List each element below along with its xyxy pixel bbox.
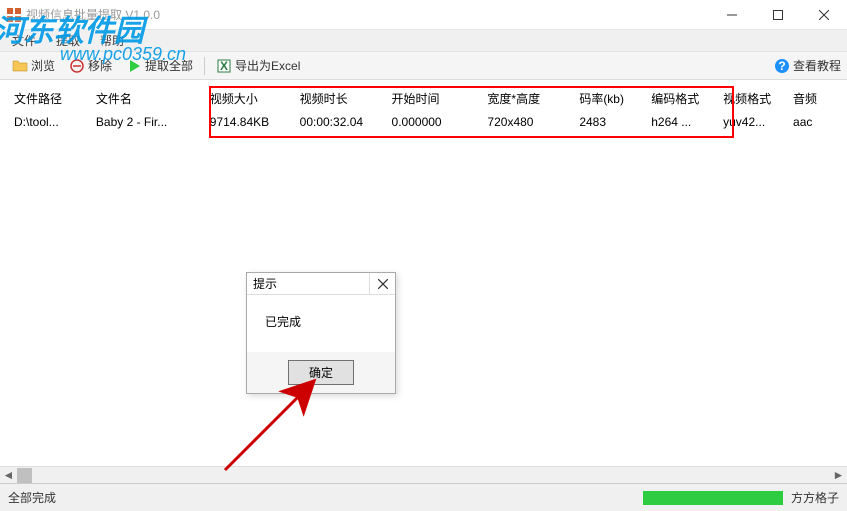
view-tutorial-label: 查看教程 — [793, 57, 841, 74]
menu-file[interactable]: 文件 — [6, 30, 42, 51]
grid-header-row: 文件路径 文件名 视频大小 视频时长 开始时间 宽度*高度 码率(kb) 编码格… — [14, 90, 833, 107]
header-dimensions[interactable]: 宽度*高度 — [487, 90, 579, 107]
header-path[interactable]: 文件路径 — [14, 90, 96, 107]
progress-fill — [643, 491, 783, 505]
header-duration[interactable]: 视频时长 — [300, 90, 392, 107]
svg-text:?: ? — [778, 59, 785, 73]
remove-icon — [69, 58, 85, 74]
toolbar-separator — [204, 57, 205, 75]
titlebar: 视频信息批量提取 V1.0.0 — [0, 0, 847, 30]
cell-vformat: yuv42... — [723, 115, 793, 129]
progress-bar — [643, 491, 783, 505]
message-dialog: 提示 已完成 确定 — [246, 272, 396, 394]
help-icon: ? — [774, 58, 790, 74]
svg-text:X: X — [220, 59, 228, 73]
cell-duration: 00:00:32.04 — [300, 115, 392, 129]
extract-all-label: 提取全部 — [145, 57, 193, 74]
folder-open-icon — [12, 58, 28, 74]
header-aformat[interactable]: 音频 — [793, 90, 833, 107]
status-text: 全部完成 — [8, 489, 56, 506]
view-tutorial-button[interactable]: ? 查看教程 — [768, 55, 847, 76]
dialog-titlebar: 提示 — [247, 273, 395, 295]
browse-button[interactable]: 浏览 — [6, 55, 61, 76]
dialog-buttons: 确定 — [247, 352, 395, 393]
scroll-thumb[interactable] — [17, 468, 32, 483]
toolbar: 浏览 移除 提取全部 X 导出为Excel ? 查看教程 — [0, 52, 847, 80]
dialog-body: 已完成 — [247, 295, 395, 352]
app-icon — [6, 7, 22, 23]
content-area: 文件路径 文件名 视频大小 视频时长 开始时间 宽度*高度 码率(kb) 编码格… — [0, 80, 847, 483]
cell-bitrate: 2483 — [579, 115, 651, 129]
dialog-title: 提示 — [253, 275, 277, 292]
table-row[interactable]: D:\tool... Baby 2 - Fir... 9714.84KB 00:… — [14, 115, 833, 129]
cell-dimensions: 720x480 — [487, 115, 579, 129]
menu-extract[interactable]: 提取 — [50, 30, 86, 51]
cell-encoding: h264 ... — [651, 115, 723, 129]
maximize-button[interactable] — [755, 0, 801, 30]
header-encoding[interactable]: 编码格式 — [651, 90, 723, 107]
excel-icon: X — [216, 58, 232, 74]
remove-label: 移除 — [88, 57, 112, 74]
cell-name: Baby 2 - Fir... — [96, 115, 210, 129]
close-icon — [378, 279, 388, 289]
scroll-right-button[interactable]: ► — [830, 467, 847, 484]
dialog-close-button[interactable] — [369, 273, 395, 295]
ok-button[interactable]: 确定 — [288, 360, 354, 385]
extract-all-button[interactable]: 提取全部 — [120, 55, 199, 76]
window-title: 视频信息批量提取 V1.0.0 — [26, 6, 709, 23]
window-controls — [709, 0, 847, 30]
export-excel-button[interactable]: X 导出为Excel — [210, 55, 306, 76]
dialog-message: 已完成 — [265, 315, 301, 329]
menubar: 文件 提取 帮助 — [0, 30, 847, 52]
play-icon — [126, 58, 142, 74]
export-excel-label: 导出为Excel — [235, 57, 300, 74]
header-size[interactable]: 视频大小 — [210, 90, 300, 107]
scroll-left-button[interactable]: ◄ — [0, 467, 17, 484]
minimize-button[interactable] — [709, 0, 755, 30]
remove-button[interactable]: 移除 — [63, 55, 118, 76]
statusbar: 全部完成 方方格子 — [0, 483, 847, 511]
horizontal-scrollbar[interactable]: ◄ ► — [0, 466, 847, 483]
data-grid[interactable]: 文件路径 文件名 视频大小 视频时长 开始时间 宽度*高度 码率(kb) 编码格… — [0, 80, 847, 129]
cell-aformat: aac — [793, 115, 833, 129]
browse-label: 浏览 — [31, 57, 55, 74]
brand-label: 方方格子 — [791, 489, 839, 506]
header-vformat[interactable]: 视频格式 — [723, 90, 793, 107]
cell-start: 0.000000 — [392, 115, 488, 129]
close-button[interactable] — [801, 0, 847, 30]
menu-help[interactable]: 帮助 — [94, 30, 130, 51]
cell-size: 9714.84KB — [210, 115, 300, 129]
header-bitrate[interactable]: 码率(kb) — [579, 90, 651, 107]
header-start[interactable]: 开始时间 — [392, 90, 488, 107]
header-name[interactable]: 文件名 — [96, 90, 210, 107]
cell-path: D:\tool... — [14, 115, 96, 129]
